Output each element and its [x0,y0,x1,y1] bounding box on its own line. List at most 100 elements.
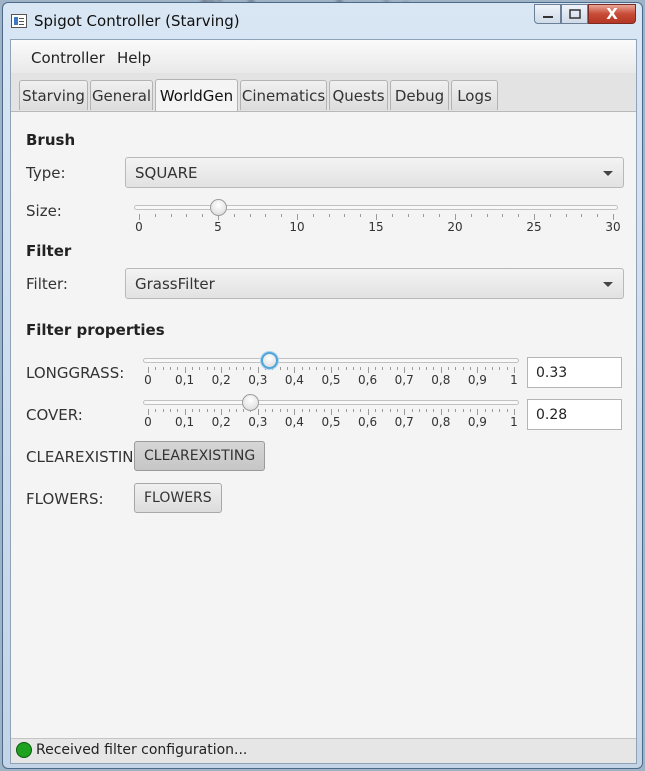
minor-tick [506,409,508,412]
tick-label: 0,5 [321,415,341,429]
tab-cinematics[interactable]: Cinematics [240,80,327,110]
longgrass-input[interactable] [527,357,622,388]
tab-quests[interactable]: Quests [329,80,388,110]
minor-tick [581,214,583,217]
tab-logs[interactable]: Logs [451,80,498,110]
minimize-icon [542,16,553,18]
minor-tick [206,367,208,370]
tick-label: 0,8 [431,373,451,387]
minor-tick [470,367,472,370]
minor-tick [433,367,435,370]
slider-thumb[interactable] [260,352,278,369]
slider-track[interactable] [134,205,618,210]
minor-tick [250,367,252,370]
minor-tick [199,409,201,412]
filter-value: GrassFilter [135,275,215,293]
window-title: Spigot Controller (Starving) [34,12,240,30]
minor-tick [301,409,303,412]
minor-tick [186,214,188,217]
minor-tick [213,409,215,412]
worldgen-panel: Brush Type: SQUARE Size: 0 5 10 15 20 25 30 Fi… [11,111,636,739]
cover-input[interactable] [527,399,622,430]
filter-select[interactable]: GrassFilter [125,268,624,299]
minor-tick [389,409,391,412]
tick-label: 10 [289,220,305,234]
minimize-button[interactable] [534,4,561,24]
tab-starving[interactable]: Starving [19,80,88,110]
minor-tick [169,409,171,412]
menu-bar: Controller Help [11,40,636,74]
maximize-button[interactable] [561,4,588,24]
minor-tick [374,409,376,412]
minor-tick [235,367,237,370]
tick-label: 0,3 [248,373,268,387]
minor-tick [448,409,450,412]
clearexisting-label: CLEAREXISTING: [26,448,151,466]
minor-tick [374,367,376,370]
minor-tick [499,367,501,370]
flowers-label: FLOWERS: [26,490,104,508]
tab-worldgen[interactable]: WorldGen [155,79,238,111]
tick-label: 0,1 [175,373,195,387]
tab-debug[interactable]: Debug [390,80,449,110]
minor-tick [287,409,289,412]
tab-general[interactable]: General [90,80,153,110]
minor-tick [407,214,409,217]
minor-tick [281,214,283,217]
minor-tick [177,367,179,370]
slider-track[interactable] [143,400,519,405]
minor-tick [155,409,157,412]
tick-label: 0,2 [211,415,231,429]
status-bar: Received filter configuration... [11,738,636,763]
minor-tick [191,367,193,370]
close-icon: X [606,5,618,23]
minor-tick [328,214,330,217]
minor-tick [323,409,325,412]
tick-label: 0,3 [248,415,268,429]
minor-tick [202,214,204,217]
minor-tick [309,367,311,370]
minor-tick [316,409,318,412]
menu-controller[interactable]: Controller [31,49,105,67]
chevron-down-icon [603,282,613,287]
tick-label: 15 [368,220,384,234]
tick-label: 0 [144,415,152,429]
brush-size-slider[interactable]: 0 5 10 15 20 25 30 [134,199,621,235]
minor-tick [170,214,172,217]
cover-slider[interactable]: 0 0,1 0,2 0,3 0,4 0,5 0,6 0,7 0,8 0,9 1 [143,394,519,430]
menu-help[interactable]: Help [117,49,151,67]
filter-label: Filter: [26,275,68,293]
clearexisting-button[interactable]: CLEAREXISTING [134,441,266,471]
tick-label: 0,9 [467,415,487,429]
minor-tick [549,214,551,217]
brush-type-select[interactable]: SQUARE [125,157,624,188]
minor-tick [439,214,441,217]
close-button[interactable]: X [588,4,636,24]
minor-tick [312,214,314,217]
flowers-button[interactable]: FLOWERS [134,483,222,513]
title-bar[interactable]: Spigot Controller (Starving) X [3,3,642,39]
slider-track[interactable] [143,358,519,363]
brush-type-label: Type: [26,164,66,182]
minor-tick [484,367,486,370]
minor-tick [191,409,193,412]
minor-tick [360,367,362,370]
minor-tick [338,367,340,370]
minor-tick [565,214,567,217]
tick-label: 0,7 [394,415,414,429]
minor-tick [265,214,267,217]
minor-tick [162,367,164,370]
minor-tick [418,367,420,370]
minor-tick [486,214,488,217]
minor-tick [352,367,354,370]
client-area: Controller Help Starving General WorldGe… [10,39,637,764]
tick-label: 0,4 [284,373,304,387]
slider-thumb[interactable] [210,199,227,216]
minor-tick [287,367,289,370]
minor-tick [345,409,347,412]
minor-tick [518,214,520,217]
minor-tick [360,214,362,217]
minor-tick [506,367,508,370]
minor-tick [309,409,311,412]
longgrass-slider[interactable]: 0 0,1 0,2 0,3 0,4 0,5 0,6 0,7 0,8 0,9 1 [143,352,519,388]
